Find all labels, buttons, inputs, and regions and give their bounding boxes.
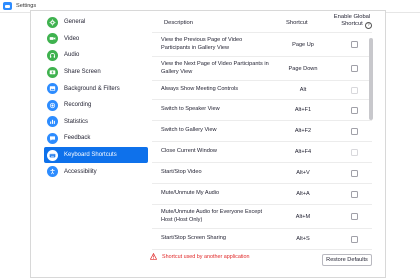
sidebar-item-label: Video (64, 35, 80, 42)
shortcut-list[interactable]: View the Previous Page of Video Particip… (152, 32, 372, 256)
shortcut-keys[interactable]: Alt+F1 (274, 107, 332, 113)
shortcuts-panel: Description Shortcut Enable Global Short… (152, 12, 386, 250)
shortcut-description: Switch to Gallery View (161, 127, 217, 134)
global-shortcut-checkbox[interactable] (351, 190, 358, 198)
table-row[interactable]: Always Show Meeting Controls Alt (152, 81, 372, 100)
sidebar-item-label: Recording (64, 102, 92, 109)
global-shortcut-checkbox[interactable] (351, 169, 358, 177)
zoom-app-icon (3, 2, 12, 10)
column-header-shortcut: Shortcut (286, 20, 308, 26)
sidebar-item-label: Statistics (64, 118, 89, 125)
shortcut-description: Always Show Meeting Controls (161, 86, 239, 93)
warning-text: Shortcut used by another application (162, 253, 250, 260)
shortcut-description: Start/Stop Screen Sharing (161, 235, 226, 242)
table-row[interactable]: Switch to Gallery View Alt+F2 (152, 121, 372, 142)
table-header: Description Shortcut Enable Global Short… (152, 12, 372, 34)
global-shortcut-checkbox[interactable] (351, 41, 358, 48)
keyboard-icon (47, 149, 58, 161)
shortcut-keys[interactable]: Alt+F4 (274, 149, 332, 155)
global-shortcut-checkbox[interactable] (351, 65, 358, 72)
global-shortcut-checkbox[interactable] (351, 213, 358, 220)
table-row[interactable]: Mute/Unmute My Audio Alt+A (152, 184, 372, 205)
sidebar-item-label: Audio (64, 52, 80, 59)
warning-icon (150, 253, 157, 260)
global-shortcut-checkbox[interactable] (351, 127, 358, 135)
sidebar-item-label: Feedback (64, 135, 91, 142)
shortcut-keys[interactable]: Alt+S (274, 236, 332, 242)
sidebar-item-video[interactable]: Video (44, 31, 148, 48)
table-row[interactable]: Mute/Unmute Audio for Everyone Except Ho… (152, 205, 372, 229)
record-icon (47, 99, 58, 111)
video-icon (47, 33, 58, 45)
gear-icon (47, 16, 58, 28)
sidebar-item-audio[interactable]: Audio (44, 47, 148, 64)
sidebar-item-share-screen[interactable]: Share Screen (44, 64, 148, 81)
shortcut-description: Switch to Speaker View (161, 106, 220, 113)
shortcut-keys[interactable]: Page Up (274, 42, 332, 48)
restore-defaults-button[interactable]: Restore Defaults (322, 254, 372, 266)
sidebar-item-accessibility[interactable]: Accessibility (44, 163, 148, 180)
shortcut-description: Start/Stop Video (161, 169, 202, 176)
table-row[interactable]: View the Next Page of Video Participants… (152, 57, 372, 81)
global-shortcut-checkbox (351, 148, 358, 156)
sidebar-item-label: Background & Filters (64, 85, 120, 92)
settings-sidebar: General Video Audio Share Screen Background … (44, 14, 148, 180)
shortcut-description: Mute/Unmute My Audio (161, 190, 220, 197)
sidebar-item-label: Share Screen (64, 69, 101, 76)
shortcut-keys[interactable]: Alt+V (274, 170, 332, 176)
column-header-global-line1: Enable Global (333, 14, 371, 20)
table-row[interactable]: Close Current Window Alt+F4 (152, 142, 372, 163)
global-shortcut-checkbox[interactable] (351, 106, 358, 114)
global-shortcut-checkbox (351, 86, 358, 94)
global-shortcut-checkbox[interactable] (351, 235, 358, 243)
shortcut-keys[interactable]: Page Down (274, 66, 332, 72)
column-header-global-line2: Shortcut (341, 21, 363, 27)
table-row[interactable]: Start/Stop Screen Sharing Alt+S (152, 229, 372, 250)
sidebar-item-feedback[interactable]: Feedback (44, 130, 148, 147)
share-screen-icon (47, 66, 58, 78)
shortcut-description: View the Next Page of Video Participants… (161, 61, 269, 75)
sidebar-item-label: General (64, 19, 86, 26)
table-row[interactable]: Start/Stop Video Alt+V (152, 163, 372, 184)
sidebar-item-keyboard-shortcuts[interactable]: Keyboard Shortcuts (44, 146, 148, 164)
shortcut-keys[interactable]: Alt+M (274, 214, 332, 220)
sidebar-item-label: Accessibility (64, 168, 97, 175)
sidebar-item-label: Keyboard Shortcuts (64, 152, 117, 159)
scrollbar-thumb[interactable] (369, 38, 373, 120)
sidebar-item-statistics[interactable]: Statistics (44, 114, 148, 131)
statistics-icon (47, 116, 58, 128)
shortcut-description: Mute/Unmute Audio for Everyone Except Ho… (161, 209, 263, 223)
table-row[interactable]: Switch to Speaker View Alt+F1 (152, 100, 372, 121)
column-header-description: Description (164, 20, 193, 26)
feedback-icon (47, 132, 58, 144)
headphones-icon (47, 49, 58, 61)
sidebar-item-background-filters[interactable]: Background & Filters (44, 80, 148, 97)
info-icon[interactable]: ? (365, 22, 372, 29)
sidebar-item-recording[interactable]: Recording (44, 97, 148, 114)
accessibility-icon (47, 166, 58, 178)
table-row[interactable]: View the Previous Page of Video Particip… (152, 33, 372, 57)
window-title: Settings (16, 3, 37, 9)
conflict-warning: Shortcut used by another application (150, 253, 250, 260)
background-icon (47, 83, 58, 95)
shortcut-keys[interactable]: Alt (274, 87, 332, 93)
shortcut-keys[interactable]: Alt+A (274, 191, 332, 197)
shortcut-description: Close Current Window (161, 148, 217, 155)
sidebar-item-general[interactable]: General (44, 14, 148, 31)
shortcut-keys[interactable]: Alt+F2 (274, 128, 332, 134)
shortcut-description: View the Previous Page of Video Particip… (161, 37, 243, 51)
